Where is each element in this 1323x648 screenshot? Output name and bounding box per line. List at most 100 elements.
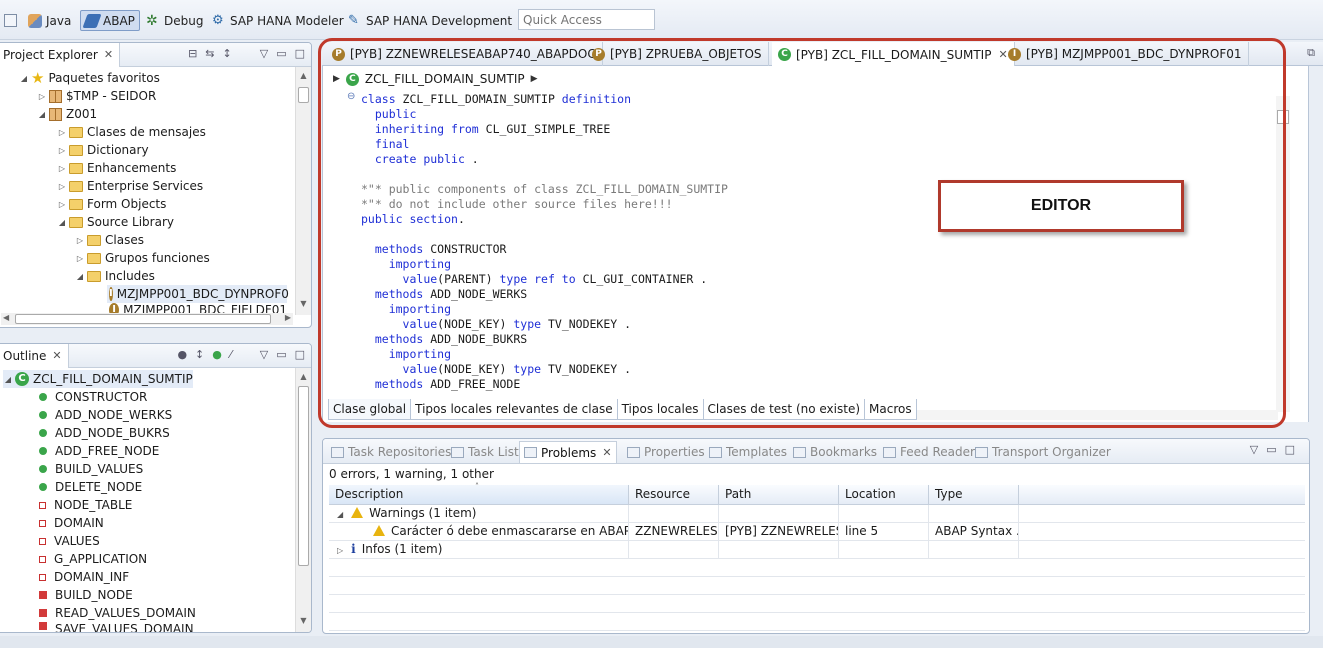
collapse-arrow-icon[interactable]: ▷ xyxy=(57,146,67,155)
maximize-icon[interactable]: □ xyxy=(1285,443,1295,456)
code-line[interactable]: final xyxy=(361,137,410,152)
tab-clases-de-test[interactable]: Clases de test (no existe) xyxy=(702,399,866,420)
code-line[interactable]: public xyxy=(361,107,417,122)
column-header-path[interactable]: Path xyxy=(719,485,839,505)
collapse-arrow-icon[interactable]: ▷ xyxy=(57,128,67,137)
code-line[interactable]: public section. xyxy=(361,212,465,227)
outline-item[interactable]: NODE_TABLE xyxy=(35,496,132,514)
tab-outline[interactable]: Outline ✕ xyxy=(0,344,69,368)
collapse-arrow-icon[interactable]: ▷ xyxy=(57,200,67,209)
tab-feed-reader[interactable]: Feed Reader xyxy=(879,441,979,463)
sort-icon[interactable]: ↕ xyxy=(223,47,232,60)
perspective-java[interactable]: Java xyxy=(24,10,75,31)
outline-item[interactable]: CONSTRUCTOR xyxy=(35,388,147,406)
tree-item-selected[interactable]: I MZJMPP001_BDC_DYNPROF0 xyxy=(107,285,289,303)
expand-arrow-icon[interactable]: ◢ xyxy=(337,510,343,519)
outline-root[interactable]: ◢ C ZCL_FILL_DOMAIN_SUMTIP xyxy=(3,370,193,388)
tab-bookmarks[interactable]: Bookmarks xyxy=(789,441,881,463)
column-header-type[interactable]: Type xyxy=(929,485,1019,505)
column-header-resource[interactable]: Resource xyxy=(629,485,719,505)
expand-arrow-icon[interactable]: ◢ xyxy=(37,110,47,119)
open-perspective-button[interactable] xyxy=(0,10,21,31)
outline-item[interactable]: ADD_NODE_BUKRS xyxy=(35,424,170,442)
outline-item[interactable]: DELETE_NODE xyxy=(35,478,142,496)
collapse-arrow-icon[interactable]: ▷ xyxy=(75,254,85,263)
tree-item[interactable]: ▷ Enhancements xyxy=(57,159,176,177)
outline-item[interactable]: READ_VALUES_DOMAIN xyxy=(35,604,196,622)
perspective-abap[interactable]: ABAP xyxy=(80,10,140,31)
maximize-icon[interactable]: □ xyxy=(295,47,305,60)
outline-item[interactable]: SAVE_VALUES_DOMAIN xyxy=(35,622,194,632)
expand-arrow-icon[interactable]: ◢ xyxy=(75,272,85,281)
close-icon[interactable]: ✕ xyxy=(602,446,611,459)
collapse-all-icon[interactable]: ⊟ xyxy=(188,47,197,60)
tab-clase-global[interactable]: Clase global xyxy=(328,399,412,420)
scroll-thumb[interactable] xyxy=(298,87,309,103)
perspective-hana-modeler[interactable]: ⚙ SAP HANA Modeler xyxy=(208,10,348,31)
collapse-arrow-icon[interactable]: ▷ xyxy=(75,236,85,245)
scroll-down-icon[interactable]: ▼ xyxy=(296,614,311,628)
code-line[interactable]: importing xyxy=(361,257,451,272)
quick-access-input[interactable] xyxy=(518,9,655,30)
tab-templates[interactable]: Templates xyxy=(705,441,791,463)
table-row[interactable]: ◢ Warnings (1 item) xyxy=(329,505,1305,523)
outline-item[interactable]: ADD_NODE_WERKS xyxy=(35,406,172,424)
perspective-debug[interactable]: ✲ Debug xyxy=(142,10,207,31)
tab-problems[interactable]: Problems ✕ xyxy=(519,441,617,463)
code-line[interactable]: value(NODE_KEY) type TV_NODEKEY . xyxy=(361,317,632,332)
collapse-arrow-icon[interactable]: ▷ xyxy=(337,546,343,555)
close-icon[interactable]: ✕ xyxy=(52,349,61,362)
tree-item[interactable]: ◢ ★ Paquetes favoritos xyxy=(19,69,160,87)
close-icon[interactable]: ✕ xyxy=(104,48,113,61)
outline-item[interactable]: DOMAIN xyxy=(35,514,104,532)
fold-collapse-icon[interactable]: ⊖ xyxy=(347,91,357,102)
perspective-hana-development[interactable]: ✎ SAP HANA Development xyxy=(344,10,516,31)
tree-item[interactable]: ▷ Form Objects xyxy=(57,195,166,213)
tree-item[interactable]: ▷ Grupos funciones xyxy=(75,249,210,267)
code-line[interactable]: *"* public components of class ZCL_FILL_… xyxy=(361,182,728,197)
code-line[interactable]: inheriting from CL_GUI_SIMPLE_TREE xyxy=(361,122,610,137)
tree-item[interactable]: ▷ Clases de mensajes xyxy=(57,123,206,141)
tab-task-repositories[interactable]: Task Repositories xyxy=(327,441,455,463)
restore-editor-icon[interactable]: ⧉ xyxy=(1307,46,1315,60)
table-row[interactable]: Carácter ó debe enmascararse en ABAP Doc… xyxy=(329,523,1305,541)
scroll-right-icon[interactable]: ▶ xyxy=(285,313,291,322)
view-menu-icon[interactable]: ▽ xyxy=(260,348,268,361)
column-header-description[interactable]: Description ˄ xyxy=(329,482,629,505)
tab-task-list[interactable]: Task List xyxy=(447,441,523,463)
scroll-up-icon[interactable]: ▲ xyxy=(296,370,311,384)
tree-item[interactable]: ▷ Clases xyxy=(75,231,144,249)
table-row[interactable]: ▷ i Infos (1 item) xyxy=(329,541,1305,559)
code-line[interactable]: methods ADD_NODE_WERKS xyxy=(361,287,527,302)
scroll-thumb[interactable] xyxy=(1277,110,1289,124)
project-tree-hscrollbar[interactable]: ◀ ▶ xyxy=(1,313,293,325)
project-tree-scrollbar[interactable]: ▲ ▼ xyxy=(295,67,311,315)
tab-tipos-locales-relevantes[interactable]: Tipos locales relevantes de clase xyxy=(410,399,618,420)
editor-tab[interactable]: P [PYB] ZPRUEBA_OBJETOS xyxy=(586,42,769,66)
editor-scrollbar[interactable] xyxy=(1276,96,1290,412)
tree-item[interactable]: ▷ $TMP - SEIDOR xyxy=(37,87,156,105)
code-line[interactable]: create public . xyxy=(361,152,479,167)
maximize-icon[interactable]: □ xyxy=(295,348,305,361)
outline-item[interactable]: DOMAIN_INF xyxy=(35,568,129,586)
outline-item[interactable]: BUILD_NODE xyxy=(35,586,133,604)
code-editor[interactable]: ▶ C ZCL_FILL_DOMAIN_SUMTIP ▶ ⊖ class ZCL… xyxy=(322,66,1309,422)
code-line[interactable]: *"* do not include other source files he… xyxy=(361,197,673,212)
outline-item[interactable]: G_APPLICATION xyxy=(35,550,147,568)
scroll-up-icon[interactable]: ▲ xyxy=(296,69,311,83)
tree-item[interactable]: ▷ Enterprise Services xyxy=(57,177,203,195)
code-line[interactable]: value(NODE_KEY) type TV_NODEKEY . xyxy=(361,362,632,377)
tree-item[interactable]: ◢ Source Library xyxy=(57,213,174,231)
breadcrumb-arrow-icon[interactable]: ▶ xyxy=(333,74,340,84)
tree-item[interactable]: ◢ Includes xyxy=(75,267,155,285)
hide-static-icon[interactable]: ⁄ xyxy=(230,348,232,361)
breadcrumb-arrow-icon[interactable]: ▶ xyxy=(531,74,538,84)
minimize-icon[interactable]: ▭ xyxy=(1266,443,1276,456)
collapse-arrow-icon[interactable]: ▷ xyxy=(57,164,67,173)
tree-item[interactable]: ◢ Z001 xyxy=(37,105,97,123)
view-menu-icon[interactable]: ▽ xyxy=(1250,443,1258,456)
editor-tab[interactable]: P [PYB] ZZNEWRELESEABAP740_ABAPDOC xyxy=(326,42,603,66)
sort-icon[interactable]: ↕ xyxy=(195,348,204,361)
editor-tab-active[interactable]: C [PYB] ZCL_FILL_DOMAIN_SUMTIP ✕ xyxy=(772,42,1015,67)
code-line[interactable]: importing xyxy=(361,347,451,362)
